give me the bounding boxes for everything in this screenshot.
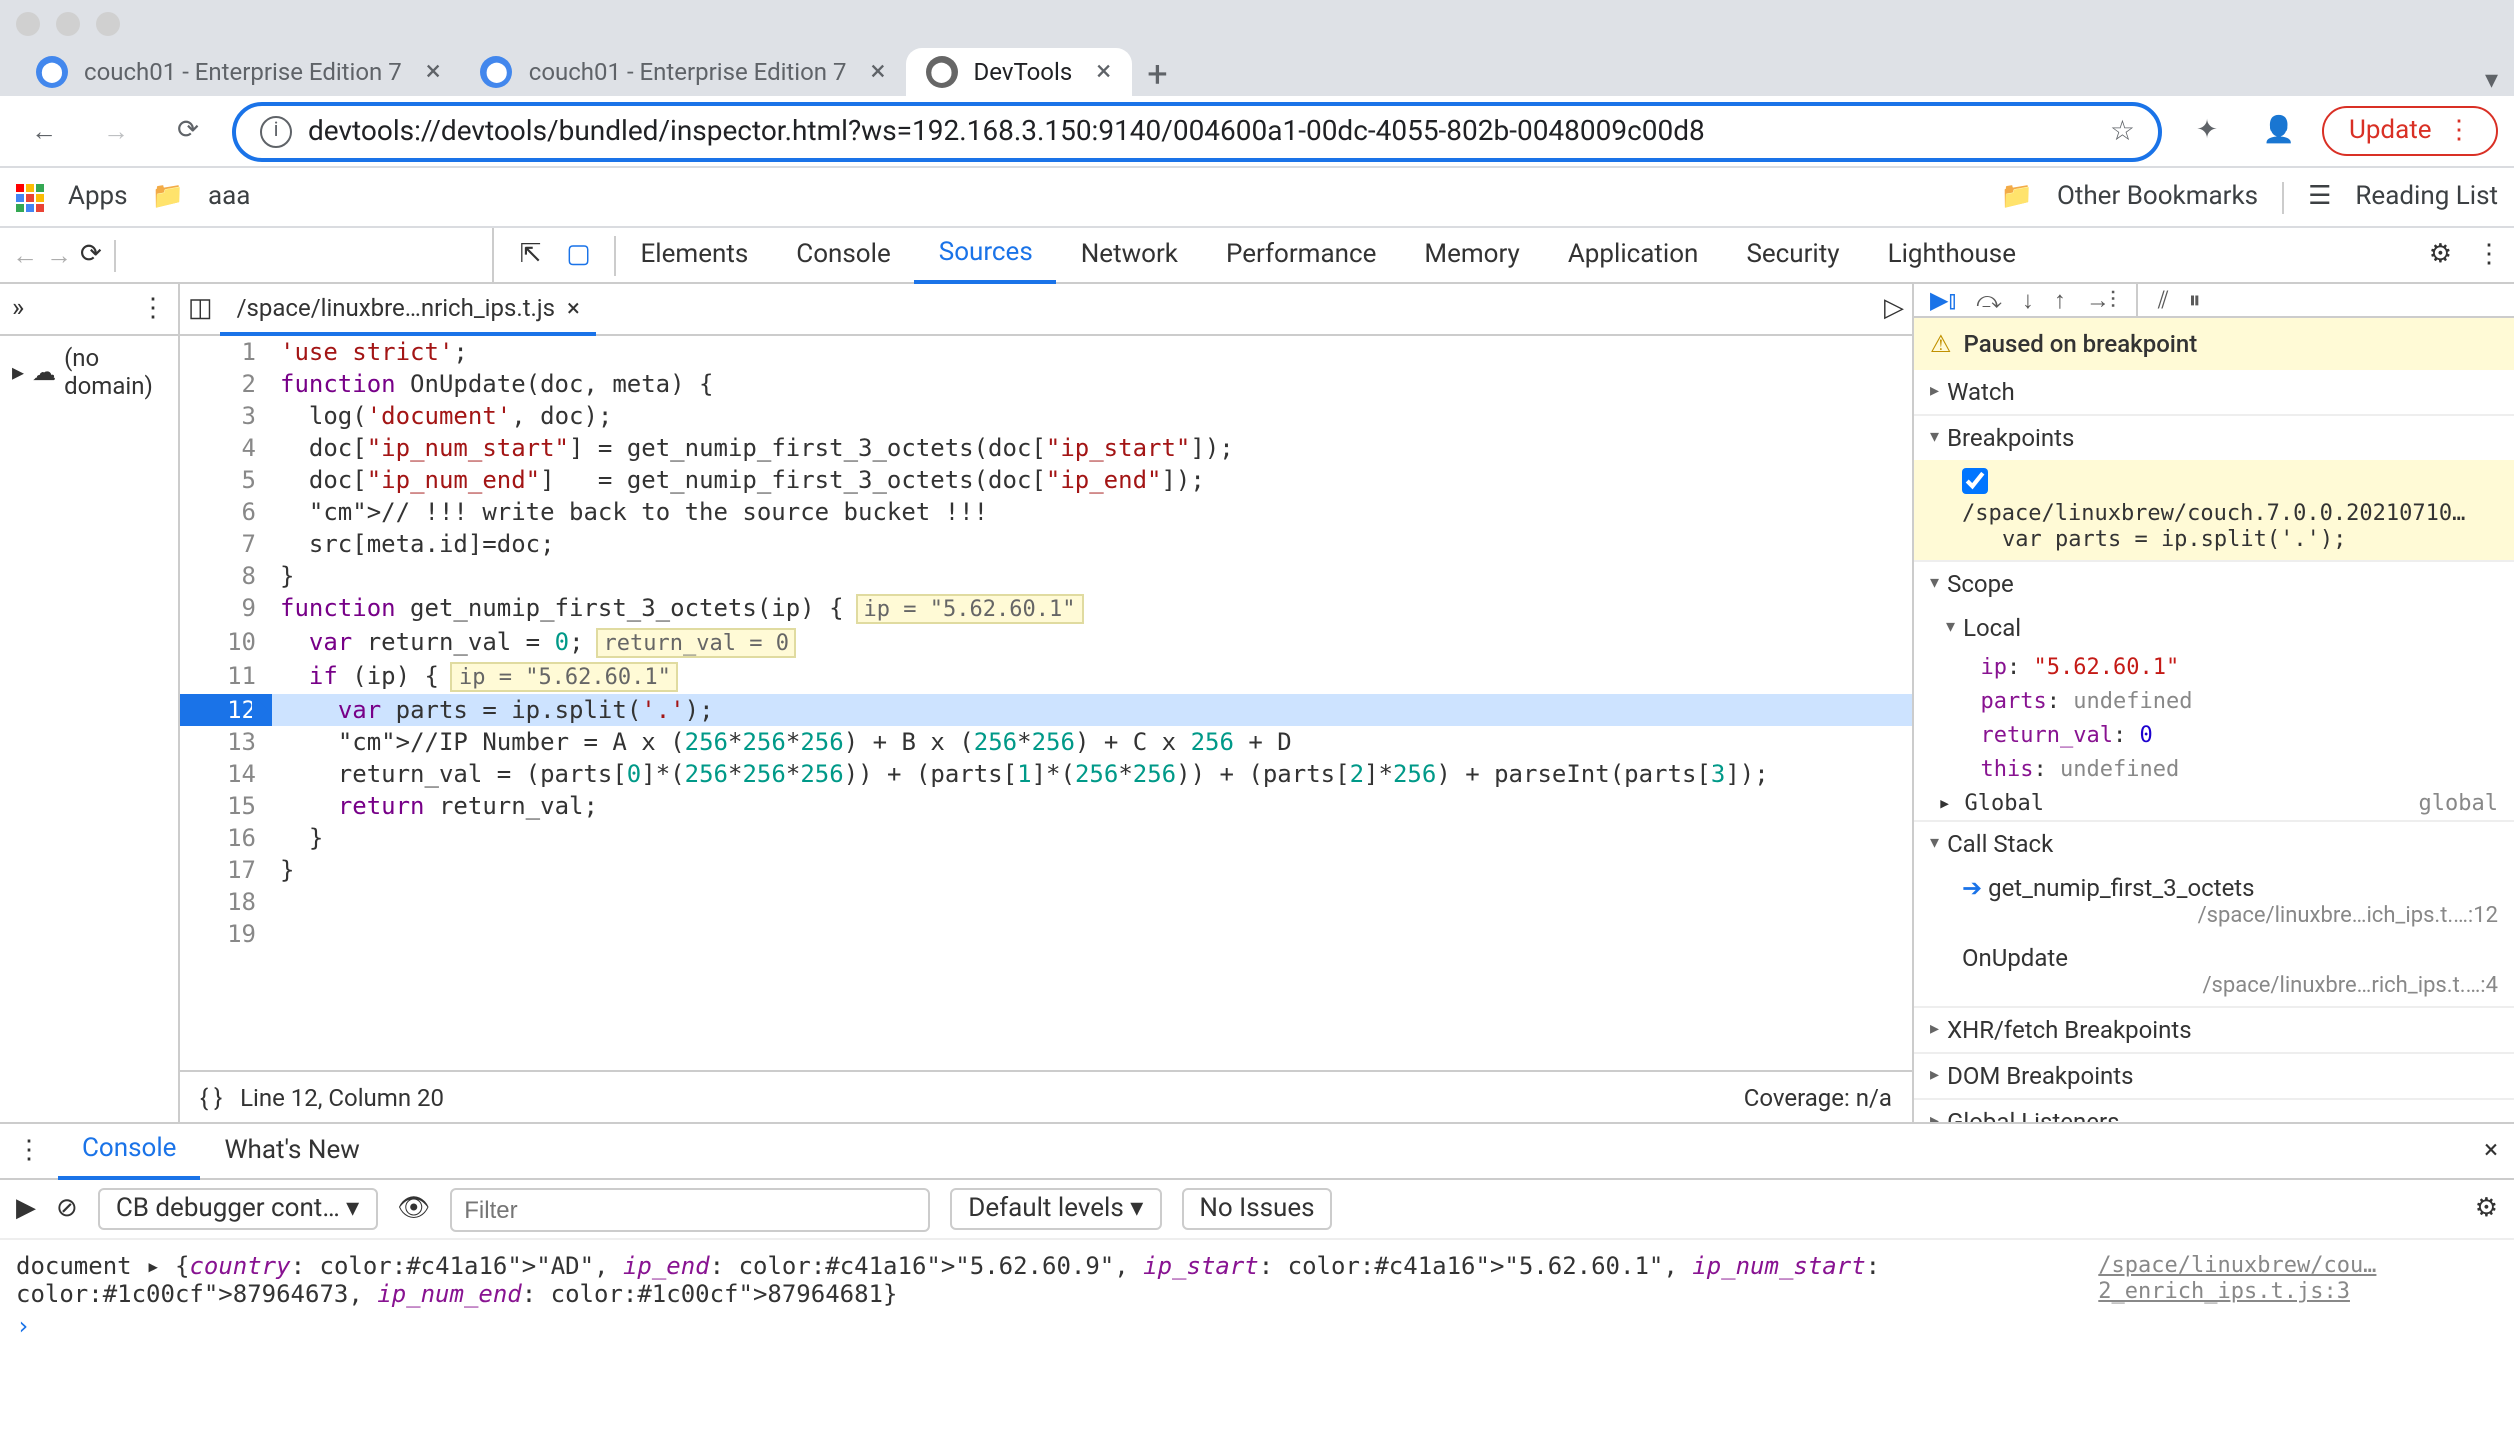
panel-tab-performance[interactable]: Performance	[1202, 227, 1400, 283]
paused-banner: ⚠Paused on breakpoint	[1914, 318, 2514, 370]
console-log-row[interactable]: document ▸ {country: color:#c41a16">"AD"…	[16, 1248, 2498, 1312]
url-text: devtools://devtools/bundled/inspector.ht…	[308, 115, 2094, 147]
close-icon[interactable]: ×	[871, 56, 886, 88]
panel-tab-console[interactable]: Console	[772, 227, 914, 283]
nav-fwd[interactable]: →	[46, 239, 72, 271]
context-select[interactable]: CB debugger cont… ▾	[98, 1188, 377, 1230]
chevron-down-icon[interactable]: ▾	[2469, 66, 2514, 96]
tab-title: couch01 - Enterprise Edition 7	[529, 58, 847, 86]
scope-section[interactable]: Scope	[1914, 562, 2514, 606]
drawer-tab-whatsnew[interactable]: What's New	[200, 1123, 383, 1179]
settings-icon[interactable]: ⚙	[2417, 240, 2464, 270]
more-icon[interactable]: ⋮	[140, 294, 166, 324]
nav-back[interactable]: ←	[12, 239, 38, 271]
scope-var[interactable]: return_val: 0	[1938, 718, 2514, 752]
step-out-icon[interactable]: ↑	[2054, 286, 2066, 314]
device-toggle-icon[interactable]: ▢	[559, 235, 599, 275]
panel-tab-memory[interactable]: Memory	[1400, 227, 1543, 283]
more-icon[interactable]: ⋮	[0, 1136, 58, 1166]
dom-bp-section[interactable]: DOM Breakpoints	[1914, 1054, 2514, 1098]
reload-button[interactable]: ⟳	[160, 103, 216, 159]
profile-icon[interactable]: 👤	[2251, 103, 2307, 159]
run-icon[interactable]: ▷	[1884, 294, 1904, 324]
scope-var[interactable]: this: undefined	[1938, 752, 2514, 786]
panel-tab-sources[interactable]: Sources	[915, 227, 1057, 283]
log-source-link[interactable]: /space/linuxbrew/cou…2_enrich_ips.t.js:3	[2098, 1252, 2498, 1308]
star-icon[interactable]: ☆	[2110, 115, 2135, 147]
eye-icon[interactable]: 👁	[397, 1194, 430, 1224]
close-icon[interactable]: ×	[1096, 56, 1111, 88]
update-button[interactable]: Update ⋮	[2323, 106, 2498, 156]
drawer-tab-console[interactable]: Console	[58, 1123, 200, 1179]
apps-link[interactable]: Apps	[68, 182, 128, 212]
folder-icon: 📁	[152, 182, 184, 212]
warning-icon: ⚠	[1930, 330, 1952, 358]
browser-tab-1[interactable]: ⬤couch01 - Enterprise Edition 7×	[461, 48, 906, 96]
browser-tab-2[interactable]: ⬤DevTools×	[906, 48, 1132, 96]
more-icon[interactable]: ⋮	[2464, 240, 2514, 270]
panel-tab-application[interactable]: Application	[1544, 227, 1723, 283]
cursor-position: Line 12, Column 20	[240, 1083, 444, 1111]
other-bookmarks[interactable]: Other Bookmarks	[2057, 182, 2258, 212]
scope-var[interactable]: parts: undefined	[1938, 684, 2514, 718]
breakpoints-section[interactable]: Breakpoints	[1914, 416, 2514, 460]
coverage-label: Coverage: n/a	[1744, 1083, 1892, 1111]
code-editor[interactable]: 1'use strict';2function OnUpdate(doc, me…	[180, 336, 1912, 1070]
step-over-icon[interactable]: ⤼	[1976, 285, 2002, 315]
reading-list-icon: ☰	[2308, 182, 2331, 212]
xhr-bp-section[interactable]: XHR/fetch Breakpoints	[1914, 1008, 2514, 1052]
reading-list[interactable]: Reading List	[2355, 182, 2498, 212]
file-tab[interactable]: /space/linuxbre…nrich_ips.t.js×	[221, 284, 596, 335]
panel-tab-elements[interactable]: Elements	[617, 227, 773, 283]
nav-toggle-icon[interactable]: ◫	[188, 294, 213, 324]
step-into-icon[interactable]: ↓	[2022, 286, 2034, 314]
navigator-domain[interactable]: ▸☁(no domain)	[0, 336, 178, 408]
new-tab-button[interactable]: +	[1131, 54, 1183, 96]
extensions-icon[interactable]: ✦	[2179, 103, 2235, 159]
console-prompt[interactable]	[16, 1312, 2498, 1340]
panel-tab-security[interactable]: Security	[1722, 227, 1863, 283]
tab-title: DevTools	[974, 58, 1073, 86]
close-icon[interactable]: ×	[426, 56, 441, 88]
play-icon[interactable]: ▶	[16, 1194, 36, 1224]
settings-icon[interactable]: ⚙	[2475, 1194, 2498, 1224]
log-levels[interactable]: Default levels ▾	[950, 1188, 1161, 1230]
scope-var[interactable]: ip: "5.62.60.1"	[1938, 650, 2514, 684]
address-bar[interactable]: i devtools://devtools/bundled/inspector.…	[232, 101, 2163, 161]
issues-button[interactable]: No Issues	[1181, 1188, 1332, 1230]
callstack-section[interactable]: Call Stack	[1914, 822, 2514, 866]
clear-console-icon[interactable]: ⊘	[56, 1194, 78, 1224]
expand-icon[interactable]: »	[12, 294, 24, 324]
deactivate-bp-icon[interactable]: ⫽	[2158, 285, 2169, 315]
resume-icon[interactable]: ▶⫾	[1930, 285, 1956, 315]
pause-exception-icon[interactable]: ⏸	[2189, 285, 2201, 315]
apps-icon[interactable]	[16, 183, 44, 211]
nav-reload[interactable]: ⟳	[80, 239, 102, 271]
forward-button[interactable]: →	[88, 103, 144, 159]
callstack-frame[interactable]: ➔ get_numip_first_3_octets/space/linuxbr…	[1914, 866, 2514, 936]
panel-tab-lighthouse[interactable]: Lighthouse	[1864, 227, 2040, 283]
close-icon[interactable]: ×	[567, 293, 580, 321]
bookmark-aaa[interactable]: aaa	[208, 182, 250, 212]
global-listeners-section[interactable]: Global Listeners	[1914, 1100, 2514, 1122]
info-icon[interactable]: i	[260, 115, 292, 147]
breakpoint-checkbox[interactable]	[1962, 468, 1988, 494]
browser-tab-0[interactable]: ⬤couch01 - Enterprise Edition 7×	[16, 48, 461, 96]
tab-title: couch01 - Enterprise Edition 7	[84, 58, 402, 86]
back-button[interactable]: ←	[16, 103, 72, 159]
breakpoint-item[interactable]: /space/linuxbrew/couch.7.0.0.20210710… v…	[1914, 460, 2514, 560]
inspect-element-icon[interactable]: ⇱	[511, 235, 551, 275]
close-icon[interactable]: ×	[2468, 1136, 2514, 1166]
folder-icon: 📁	[2001, 182, 2033, 212]
browser-tabstrip: ⬤couch01 - Enterprise Edition 7× ⬤couch0…	[0, 48, 2514, 96]
scope-local[interactable]: Local	[1938, 606, 2514, 650]
callstack-frame[interactable]: OnUpdate/space/linuxbre…rich_ips.t.…:4	[1914, 936, 2514, 1006]
watch-section[interactable]: Watch	[1914, 370, 2514, 414]
filter-input[interactable]	[450, 1187, 930, 1231]
panel-tab-network[interactable]: Network	[1057, 227, 1202, 283]
step-icon[interactable]: →⫶	[2086, 285, 2116, 315]
